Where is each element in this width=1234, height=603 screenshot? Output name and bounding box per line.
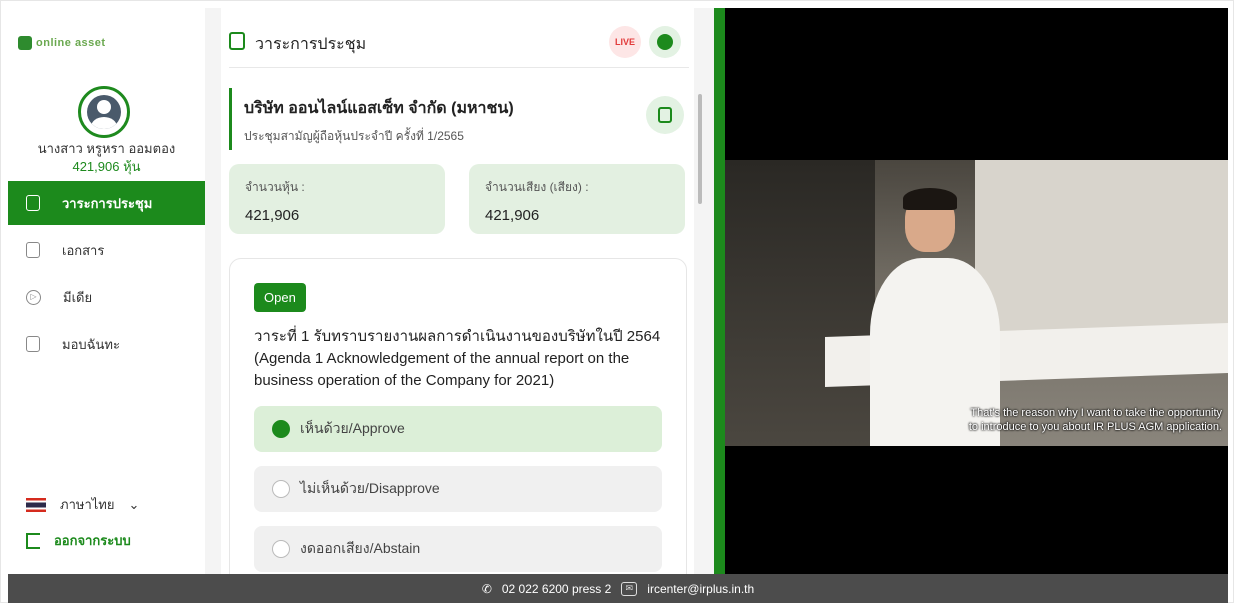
language-selector[interactable]: ภาษาไทย ⌄ bbox=[26, 494, 139, 515]
sidebar-item-agenda[interactable]: วาระการประชุม bbox=[8, 181, 219, 225]
vote-option-abstain[interactable]: งดออกเสียง/Abstain bbox=[254, 526, 662, 572]
user-shares: 421,906 หุ้น bbox=[72, 159, 141, 174]
radio-selected-icon bbox=[272, 420, 290, 438]
content-header: วาระการประชุม LIVE bbox=[229, 18, 689, 68]
radio-icon bbox=[272, 480, 290, 498]
logout-button[interactable]: ออกจากระบบ bbox=[26, 530, 131, 551]
language-label: ภาษาไทย bbox=[60, 497, 115, 512]
agenda-panel: วาระการประชุม LIVE บริษัท ออนไลน์แอสเซ็ท… bbox=[221, 8, 702, 574]
votes-card: จำนวนเสียง (เสียง) : 421,906 bbox=[469, 164, 685, 234]
chevron-down-icon: ⌄ bbox=[128, 496, 140, 512]
stat-label: จำนวนเสียง (เสียง) : bbox=[485, 180, 589, 194]
main-content: วาระการประชุม LIVE บริษัท ออนไลน์แอสเซ็ท… bbox=[205, 8, 714, 574]
vote-option-approve[interactable]: เห็นด้วย/Approve bbox=[254, 406, 662, 452]
sidebar-item-label: มอบฉันทะ bbox=[62, 336, 120, 352]
shares-card: จำนวนหุ้น : 421,906 bbox=[229, 164, 445, 234]
option-label: งดออกเสียง/Abstain bbox=[300, 540, 421, 556]
scrollbar[interactable] bbox=[698, 94, 702, 204]
logo-text: online asset bbox=[36, 37, 106, 49]
mail-icon: ✉ bbox=[621, 581, 638, 596]
video-panel: That's the reason why I want to take the… bbox=[725, 8, 1228, 574]
vote-option-disapprove[interactable]: ไม่เห็นด้วย/Disapprove bbox=[254, 466, 662, 512]
document-button[interactable] bbox=[646, 96, 684, 134]
proxy-doc-icon bbox=[26, 336, 40, 352]
status-badge: Open bbox=[254, 283, 306, 312]
panel-divider[interactable] bbox=[714, 8, 725, 574]
video-subtitle: That's the reason why I want to take the… bbox=[968, 407, 1222, 433]
option-label: เห็นด้วย/Approve bbox=[300, 420, 405, 436]
agenda-card: Open วาระที่ 1 รับทราบรายงานผลการดำเนินง… bbox=[229, 258, 687, 574]
footer-email[interactable]: ircenter@irplus.in.th bbox=[647, 582, 754, 596]
sidebar-item-media[interactable]: ▷ มีเดีย bbox=[8, 275, 219, 319]
logo-mark-icon bbox=[18, 36, 32, 50]
stat-value: 421,906 bbox=[485, 207, 540, 224]
radio-icon bbox=[272, 540, 290, 558]
page-title: วาระการประชุม bbox=[255, 36, 367, 53]
agenda-text-th: วาระที่ 1 รับทราบรายงานผลการดำเนินงานของ… bbox=[254, 328, 661, 345]
agenda-icon bbox=[26, 195, 40, 211]
play-icon: ▷ bbox=[26, 289, 41, 305]
sidebar-item-documents[interactable]: เอกสาร bbox=[8, 228, 219, 272]
stat-value: 421,906 bbox=[245, 207, 300, 224]
company-name: บริษัท ออนไลน์แอสเซ็ท จำกัด (มหาชน) bbox=[244, 100, 514, 117]
logout-icon bbox=[26, 532, 40, 549]
agenda-text-en: (Agenda 1 Acknowledgement of the annual … bbox=[254, 350, 630, 389]
chat-button[interactable] bbox=[649, 26, 681, 58]
thai-flag-icon bbox=[26, 497, 46, 512]
chat-icon bbox=[657, 34, 673, 50]
phone-icon: ✆ bbox=[481, 581, 492, 596]
sidebar-item-label: มีเดีย bbox=[63, 289, 93, 305]
company-info: บริษัท ออนไลน์แอสเซ็ท จำกัด (มหาชน) ประช… bbox=[229, 88, 669, 150]
sidebar-item-proxy[interactable]: มอบฉันทะ bbox=[8, 322, 219, 366]
agenda-text: วาระที่ 1 รับทราบรายงานผลการดำเนินงานของ… bbox=[254, 326, 662, 392]
sidebar-item-label: วาระการประชุม bbox=[62, 195, 153, 211]
live-button[interactable]: LIVE bbox=[609, 26, 641, 58]
meeting-title: ประชุมสามัญผู้ถือหุ้นประจำปี ครั้งที่ 1/… bbox=[244, 129, 464, 143]
brand-logo[interactable]: online asset bbox=[18, 36, 106, 50]
avatar[interactable] bbox=[78, 86, 130, 138]
option-label: ไม่เห็นด้วย/Disapprove bbox=[300, 480, 440, 496]
sidebar-nav: วาระการประชุม เอกสาร ▷ มีเดีย มอบฉันทะ bbox=[8, 181, 219, 369]
stat-label: จำนวนหุ้น : bbox=[245, 180, 305, 194]
document-icon bbox=[658, 107, 672, 123]
footer: ✆ 02 022 6200 press 2 ✉ ircenter@irplus.… bbox=[8, 574, 1228, 603]
user-avatar-icon bbox=[87, 95, 121, 129]
sidebar: online asset นางสาว หรูหรา ออมตอง 421,90… bbox=[8, 8, 219, 574]
footer-phone[interactable]: 02 022 6200 press 2 bbox=[502, 582, 611, 596]
agenda-icon bbox=[229, 32, 245, 50]
live-video[interactable]: That's the reason why I want to take the… bbox=[725, 160, 1228, 446]
folder-icon bbox=[26, 242, 40, 258]
logout-label: ออกจากระบบ bbox=[54, 533, 131, 548]
live-icon: LIVE bbox=[614, 37, 635, 47]
sidebar-item-label: เอกสาร bbox=[62, 242, 105, 258]
